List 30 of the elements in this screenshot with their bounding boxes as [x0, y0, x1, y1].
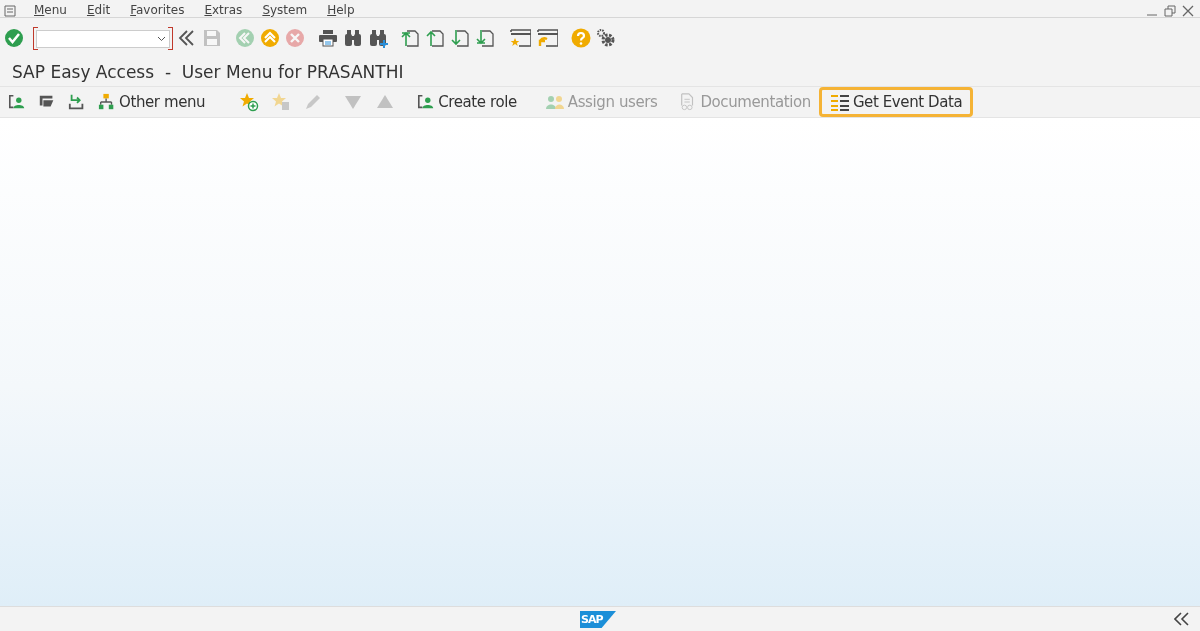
toolbar-button[interactable]: Other menu	[94, 87, 210, 117]
double-chevron-icon[interactable]	[1174, 612, 1190, 626]
settings-icon[interactable]	[596, 28, 616, 48]
binoculars-plus-icon[interactable]	[368, 28, 388, 48]
up-arrow-page-icon[interactable]	[401, 28, 421, 48]
close-icon[interactable]	[1182, 5, 1194, 17]
hierarchy-icon	[98, 92, 116, 112]
check-icon[interactable]	[4, 28, 24, 48]
down-arrow-page-icon[interactable]	[476, 28, 496, 48]
menu-item[interactable]: Favorites	[120, 4, 195, 16]
up-arrow-page-icon[interactable]	[426, 28, 446, 48]
down-arrow-page-icon[interactable]	[451, 28, 471, 48]
app-menu-icon[interactable]	[4, 5, 18, 17]
window-star-icon[interactable]	[509, 28, 531, 48]
dropdown-icon[interactable]	[157, 36, 166, 42]
brand-logo: SAP	[580, 611, 616, 628]
printer-icon[interactable]	[318, 28, 338, 48]
toolbar-button[interactable]: Create role	[413, 87, 521, 117]
double-chevron-icon[interactable]	[177, 28, 197, 48]
restore-icon[interactable]	[1164, 5, 1176, 17]
help-icon[interactable]	[571, 28, 591, 48]
toolbar-button[interactable]: Get Event Data	[818, 87, 974, 117]
inbox-arrow-icon[interactable]	[68, 92, 86, 112]
screen-title: SAP Easy Access - User Menu for PRASANTHI	[12, 62, 404, 82]
window-arrow-icon[interactable]	[536, 28, 558, 48]
star-plus-icon[interactable]	[239, 92, 260, 112]
list-icon	[829, 92, 850, 112]
double-up-icon[interactable]	[260, 28, 280, 48]
command-field[interactable]	[33, 28, 173, 48]
binoculars-icon[interactable]	[343, 28, 363, 48]
